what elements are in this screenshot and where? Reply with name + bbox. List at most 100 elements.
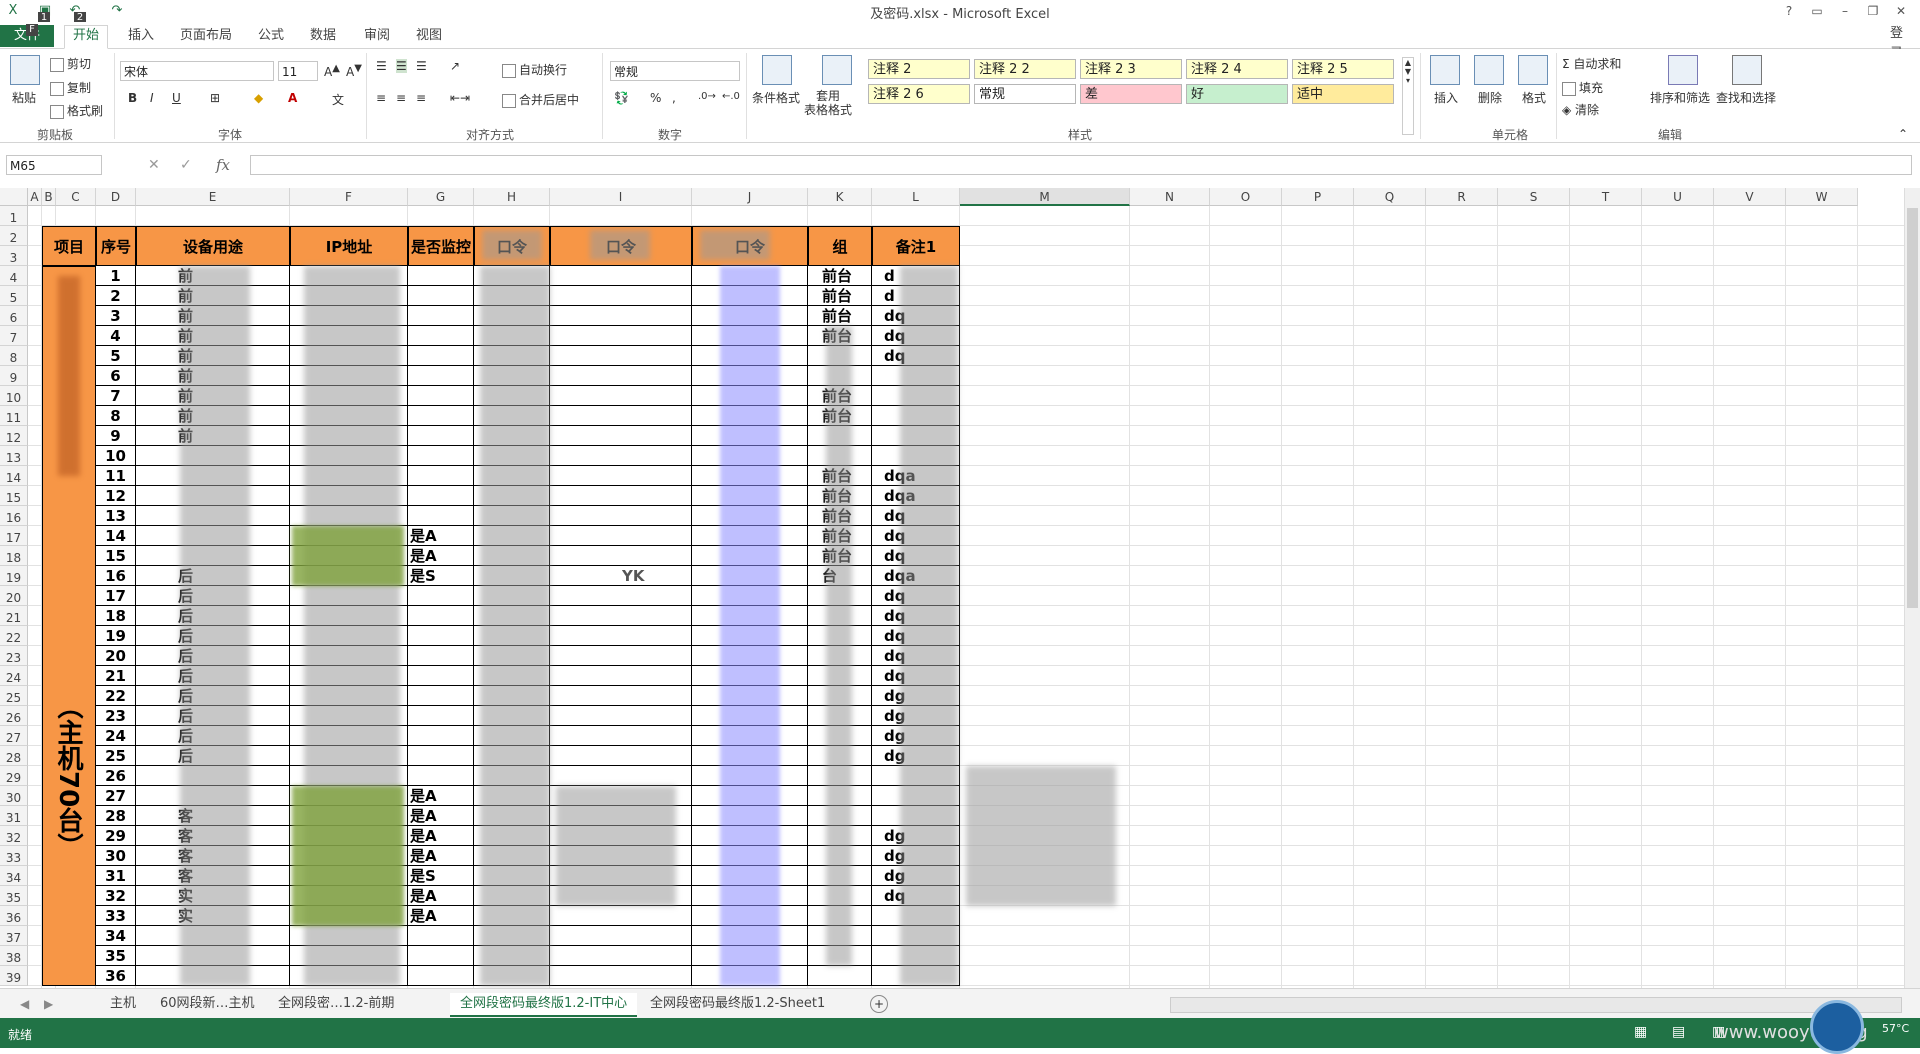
monitor-cell[interactable] — [410, 366, 470, 386]
seq-cell[interactable]: 30 — [96, 846, 136, 866]
tab-page-layout[interactable]: 页面布局 — [172, 26, 240, 46]
align-bottom-icon[interactable]: ☰ — [416, 59, 427, 73]
column-header-c[interactable]: C — [56, 188, 96, 206]
paste-icon[interactable] — [10, 55, 40, 85]
fill-button[interactable]: 填充 — [1562, 79, 1603, 96]
row-header-24[interactable]: 24 — [0, 666, 28, 686]
conditional-format-button[interactable]: 条件格式 — [752, 89, 800, 106]
row-header-17[interactable]: 17 — [0, 526, 28, 546]
column-header-d[interactable]: D — [96, 188, 136, 206]
column-header-f[interactable]: F — [290, 188, 408, 206]
merge-center-button[interactable]: 合并后居中 — [502, 91, 579, 108]
insert-function-button[interactable]: fx — [216, 156, 230, 174]
sort-filter-button[interactable]: 排序和筛选 — [1650, 89, 1710, 106]
monitor-cell[interactable] — [410, 606, 470, 626]
monitor-cell[interactable] — [410, 666, 470, 686]
binoculars-icon[interactable] — [1732, 55, 1762, 85]
seq-cell[interactable]: 18 — [96, 606, 136, 626]
seq-cell[interactable]: 31 — [96, 866, 136, 886]
style-cell-2[interactable]: 注释 2 2 — [974, 59, 1076, 79]
row-header-23[interactable]: 23 — [0, 646, 28, 666]
monitor-cell[interactable]: 是A — [410, 906, 470, 926]
fill-color-icon[interactable]: ◆ — [254, 91, 263, 105]
column-header-t[interactable]: T — [1570, 188, 1642, 206]
delete-cells-icon[interactable] — [1474, 55, 1504, 85]
monitor-cell[interactable]: 是S — [410, 866, 470, 886]
new-sheet-icon[interactable]: + — [870, 995, 888, 1013]
seq-cell[interactable]: 17 — [96, 586, 136, 606]
seq-cell[interactable]: 5 — [96, 346, 136, 366]
horizontal-scrollbar[interactable] — [1170, 997, 1902, 1013]
column-header-r[interactable]: R — [1426, 188, 1498, 206]
row-header-28[interactable]: 28 — [0, 746, 28, 766]
row-header-36[interactable]: 36 — [0, 906, 28, 926]
tab-home[interactable]: 开始 — [64, 25, 109, 49]
style-cell-5[interactable]: 注释 2 5 — [1292, 59, 1394, 79]
row-header-39[interactable]: 39 — [0, 966, 28, 986]
align-left-icon[interactable]: ≡ — [376, 91, 386, 105]
format-cells-icon[interactable] — [1518, 55, 1548, 85]
style-cell-1[interactable]: 注释 2 — [868, 59, 970, 79]
seq-cell[interactable]: 2 — [96, 286, 136, 306]
style-cell-6[interactable]: 注释 2 6 — [868, 84, 970, 104]
italic-button[interactable]: I — [150, 91, 154, 105]
tab-view[interactable]: 视图 — [408, 26, 450, 46]
formula-input[interactable] — [250, 155, 1912, 175]
bold-button[interactable]: B — [128, 91, 137, 105]
insert-cells-icon[interactable] — [1430, 55, 1460, 85]
seq-cell[interactable]: 16 — [96, 566, 136, 586]
seq-cell[interactable]: 24 — [96, 726, 136, 746]
percent-button[interactable]: % — [650, 91, 661, 105]
seq-cell[interactable]: 32 — [96, 886, 136, 906]
sheet-tab-3[interactable]: 全网段密…1.2-前期 — [268, 993, 404, 1015]
column-header-a[interactable]: A — [28, 188, 42, 206]
delete-cells-button[interactable]: 删除 — [1478, 89, 1502, 106]
scroll-tabs-right-icon[interactable]: ▶ — [44, 997, 53, 1011]
seq-cell[interactable]: 12 — [96, 486, 136, 506]
monitor-cell[interactable] — [410, 446, 470, 466]
column-header-u[interactable]: U — [1642, 188, 1714, 206]
group-cell[interactable]: 前台 — [822, 266, 870, 286]
column-header-p[interactable]: P — [1282, 188, 1354, 206]
vertical-scroll-thumb[interactable] — [1907, 208, 1918, 608]
underline-button[interactable]: U — [172, 91, 181, 105]
seq-cell[interactable]: 27 — [96, 786, 136, 806]
phonetic-icon[interactable]: 文 — [332, 91, 344, 108]
row-header-19[interactable]: 19 — [0, 566, 28, 586]
select-all-corner[interactable] — [0, 188, 28, 206]
currency-icon[interactable]: 💱 — [614, 91, 629, 105]
row-header-5[interactable]: 5 — [0, 286, 28, 306]
vertical-scrollbar[interactable] — [1904, 188, 1920, 988]
insert-cells-button[interactable]: 插入 — [1434, 89, 1458, 106]
seq-cell[interactable]: 19 — [96, 626, 136, 646]
monitor-cell[interactable] — [410, 326, 470, 346]
seq-cell[interactable]: 14 — [96, 526, 136, 546]
column-header-i[interactable]: I — [550, 188, 692, 206]
row-header-4[interactable]: 4 — [0, 266, 28, 286]
seq-cell[interactable]: 6 — [96, 366, 136, 386]
seq-cell[interactable]: 1 — [96, 266, 136, 286]
sheet-tab-4[interactable]: 全网段密码最终版1.2-IT中心 — [450, 993, 638, 1017]
column-header-q[interactable]: Q — [1354, 188, 1426, 206]
ribbon-display-icon[interactable]: ▭ — [1806, 2, 1828, 20]
seq-cell[interactable]: 22 — [96, 686, 136, 706]
autosum-button[interactable]: Σ 自动求和 — [1562, 55, 1621, 72]
style-cell-10[interactable]: 适中 — [1292, 84, 1394, 104]
row-header-26[interactable]: 26 — [0, 706, 28, 726]
align-center-icon[interactable]: ≡ — [396, 91, 406, 105]
monitor-cell[interactable] — [410, 426, 470, 446]
column-header-b[interactable]: B — [42, 188, 56, 206]
column-header-m[interactable]: M — [960, 188, 1130, 206]
group-cell[interactable]: 前台 — [822, 306, 870, 326]
indent-icon[interactable]: ⇤⇥ — [450, 91, 470, 105]
name-box[interactable]: M65 — [6, 155, 102, 175]
help-icon[interactable]: ? — [1778, 2, 1800, 20]
tab-insert[interactable]: 插入 — [120, 26, 162, 46]
comma-button[interactable]: , — [672, 91, 676, 105]
page-layout-view-icon[interactable]: ▤ — [1672, 1024, 1685, 1040]
monitor-cell[interactable] — [410, 966, 470, 986]
tab-review[interactable]: 审阅 — [356, 26, 398, 46]
seq-cell[interactable]: 26 — [96, 766, 136, 786]
close-icon[interactable]: ✕ — [1890, 2, 1912, 20]
monitor-cell[interactable] — [410, 346, 470, 366]
